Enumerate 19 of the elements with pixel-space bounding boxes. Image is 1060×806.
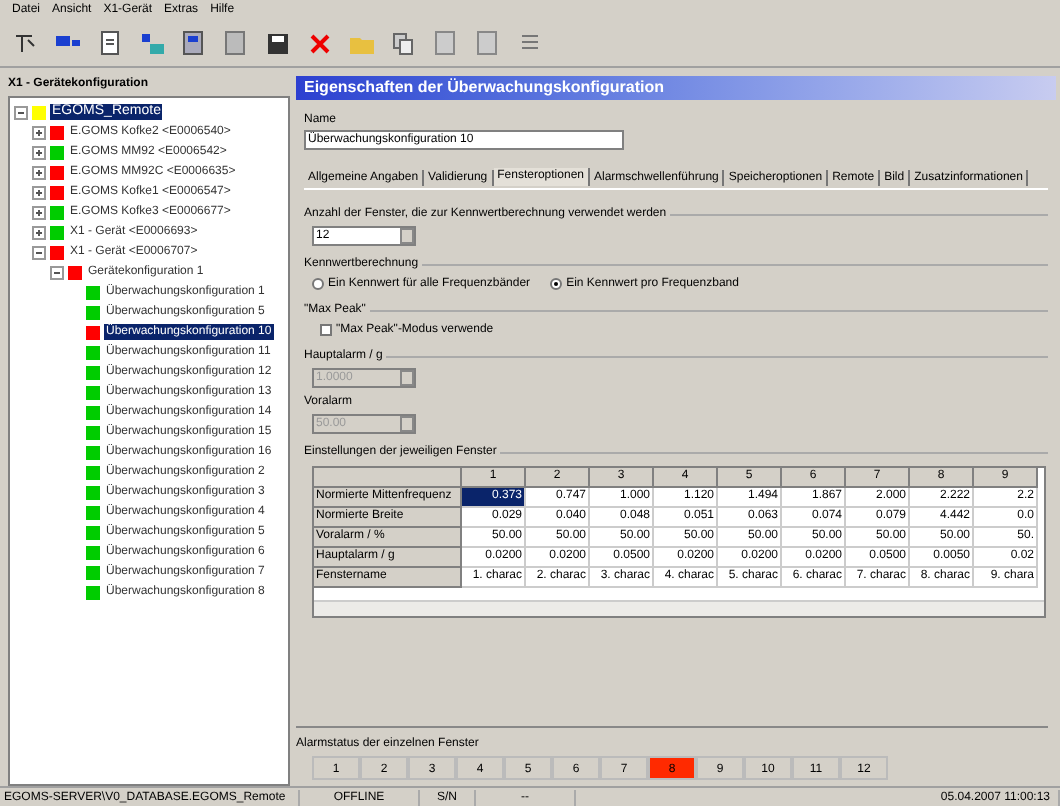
collapse-icon[interactable] (14, 105, 28, 119)
tool-icon[interactable] (12, 29, 40, 57)
radio-button[interactable] (312, 278, 324, 290)
expand-icon[interactable] (32, 225, 46, 239)
expand-icon[interactable] (32, 145, 46, 159)
collapse-icon[interactable] (50, 265, 64, 279)
expand-icon[interactable] (32, 165, 46, 179)
document-icon[interactable] (96, 29, 124, 57)
expand-icon[interactable] (32, 185, 46, 199)
copy-icon[interactable] (390, 29, 418, 57)
panel-title: Eigenschaften der Überwachungskonfiguration (296, 76, 1056, 100)
expand-icon[interactable] (32, 205, 46, 219)
radio-button[interactable] (550, 278, 563, 290)
delete-icon[interactable] (306, 29, 334, 57)
collapse-icon[interactable] (32, 245, 46, 259)
checkbox[interactable] (320, 324, 332, 336)
scrollbar[interactable] (314, 600, 1044, 616)
expand-icon[interactable] (32, 125, 46, 139)
save-icon[interactable] (264, 29, 292, 57)
